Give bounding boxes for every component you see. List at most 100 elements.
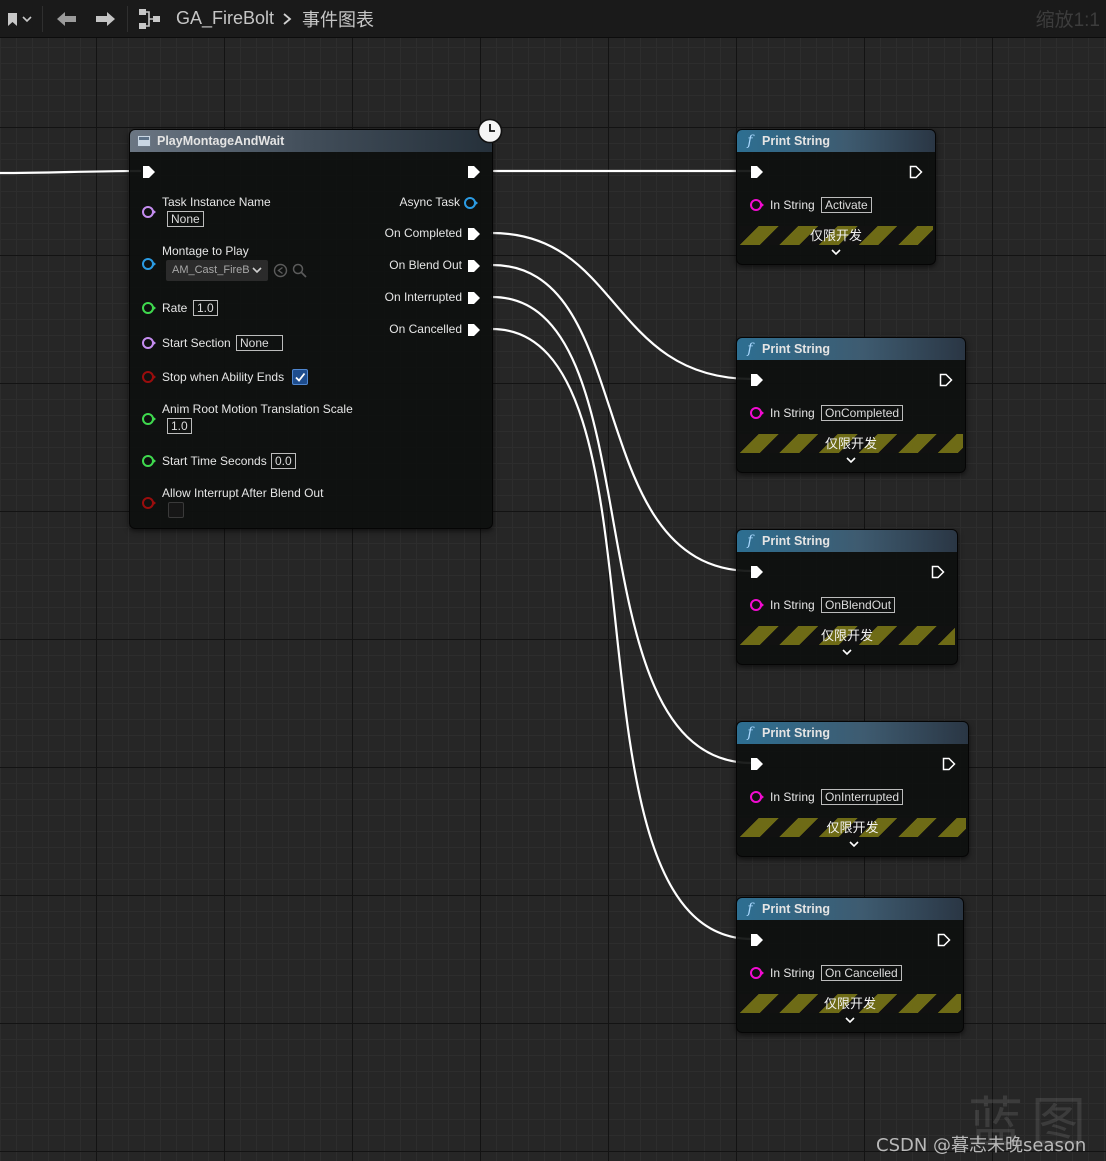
use-selected-asset-icon[interactable]	[273, 263, 288, 278]
stop-when-ability-ends-pin[interactable]	[141, 370, 157, 384]
on-completed-label: On Completed	[384, 226, 462, 240]
function-icon: f	[747, 341, 753, 357]
montage-to-play-pin[interactable]	[141, 257, 157, 271]
exec-wire-on-completed	[490, 231, 754, 381]
start-section-field[interactable]: None	[236, 335, 283, 351]
anim-root-motion-scale-pin[interactable]	[141, 412, 157, 426]
exec-in-pin[interactable]	[750, 565, 764, 579]
in-string-label: In String	[770, 966, 815, 980]
node-header: PlayMontageAndWait	[130, 130, 492, 152]
print-string-node-oninterrupted[interactable]: f Print String In String OnInterrupted 仅限…	[736, 721, 969, 857]
allow-interrupt-pin[interactable]	[141, 496, 157, 510]
node-title: Print String	[762, 902, 831, 916]
on-cancelled-pin[interactable]	[467, 323, 481, 337]
bookmark-menu-button[interactable]	[6, 0, 34, 37]
exec-wire-incoming	[0, 169, 142, 175]
in-string-field[interactable]: OnInterrupted	[821, 789, 904, 805]
montage-asset-picker[interactable]: AM_Cast_FireB	[166, 260, 268, 281]
in-string-pin[interactable]	[749, 966, 765, 980]
print-string-node-oncompleted[interactable]: f Print String In String OnCompleted 仅限开发	[736, 337, 966, 473]
breadcrumb-separator-icon	[280, 0, 294, 37]
task-instance-name-field[interactable]: None	[167, 211, 204, 227]
exec-in-pin[interactable]	[750, 373, 764, 387]
exec-in-pin[interactable]	[750, 933, 764, 947]
advanced-pins-chevron-icon[interactable]	[831, 248, 841, 257]
task-instance-name-pin[interactable]	[141, 205, 157, 219]
exec-wire-on-interrupted	[490, 295, 754, 765]
exec-out-pin[interactable]	[942, 757, 956, 771]
exec-in-pin[interactable]	[750, 757, 764, 771]
advanced-pins-chevron-icon[interactable]	[842, 648, 852, 657]
browse-asset-search-icon[interactable]	[292, 263, 307, 278]
in-string-field[interactable]: On Cancelled	[821, 965, 902, 981]
development-only-banner: 仅限开发	[739, 226, 933, 245]
chevron-down-icon	[252, 267, 262, 274]
start-time-seconds-field[interactable]: 0.0	[271, 453, 296, 469]
on-interrupted-pin[interactable]	[467, 291, 481, 305]
start-time-seconds-label: Start Time Seconds	[162, 454, 267, 468]
forward-button[interactable]	[94, 0, 116, 37]
advanced-pins-chevron-icon[interactable]	[846, 456, 856, 465]
advanced-pins-chevron-icon[interactable]	[849, 840, 859, 849]
in-string-pin[interactable]	[749, 598, 765, 612]
breadcrumb-graph[interactable]: 事件图表	[302, 0, 374, 37]
stop-when-ability-ends-label: Stop when Ability Ends	[162, 370, 285, 384]
exec-out-pin[interactable]	[931, 565, 945, 579]
async-task-icon	[137, 135, 151, 147]
development-only-label: 仅限开发	[809, 228, 862, 243]
in-string-label: In String	[770, 406, 815, 420]
rate-field[interactable]: 1.0	[193, 300, 218, 316]
anim-root-motion-scale-label: Anim Root Motion Translation Scale	[162, 402, 353, 416]
node-title: Print String	[762, 134, 831, 148]
print-string-node-activate[interactable]: f Print String In String Activate 仅限开发	[736, 129, 936, 265]
print-string-node-oncancelled[interactable]: f Print String In String On Cancelled 仅限开…	[736, 897, 964, 1033]
in-string-pin[interactable]	[749, 406, 765, 420]
function-icon: f	[747, 133, 753, 149]
in-string-label: In String	[770, 198, 815, 212]
back-button[interactable]	[56, 0, 78, 37]
node-title: Print String	[762, 342, 831, 356]
in-string-pin[interactable]	[749, 790, 765, 804]
development-only-label: 仅限开发	[824, 436, 877, 451]
print-string-node-onblendout[interactable]: f Print String In String OnBlendOut 仅限开发	[736, 529, 958, 665]
async-task-pin[interactable]	[463, 196, 479, 210]
graph-type-icon	[138, 0, 162, 37]
anim-root-motion-scale-field[interactable]: 1.0	[167, 418, 192, 434]
task-instance-name-label: Task Instance Name	[162, 195, 271, 209]
csdn-credit-watermark: CSDN @暮志未晚season	[876, 1135, 1087, 1156]
on-blend-out-label: On Blend Out	[389, 258, 462, 272]
exec-in-pin[interactable]	[142, 165, 156, 179]
node-header: f Print String	[737, 338, 965, 360]
development-only-label: 仅限开发	[823, 996, 876, 1011]
exec-wire-on-cancelled	[490, 327, 754, 941]
exec-out-pin[interactable]	[909, 165, 923, 179]
start-section-pin[interactable]	[141, 336, 157, 350]
development-only-banner: 仅限开发	[739, 626, 955, 645]
development-only-banner: 仅限开发	[739, 434, 963, 453]
start-time-seconds-pin[interactable]	[141, 454, 157, 468]
stop-when-ability-ends-checkbox[interactable]	[292, 369, 308, 385]
on-cancelled-label: On Cancelled	[389, 322, 462, 336]
node-header: f Print String	[737, 130, 935, 152]
exec-out-pin[interactable]	[467, 165, 481, 179]
advanced-pins-chevron-icon[interactable]	[845, 1016, 855, 1025]
exec-out-pin[interactable]	[939, 373, 953, 387]
exec-out-pin[interactable]	[937, 933, 951, 947]
node-title: Print String	[762, 534, 831, 548]
development-only-label: 仅限开发	[826, 820, 879, 835]
allow-interrupt-checkbox[interactable]	[168, 502, 184, 518]
node-header: f Print String	[737, 722, 968, 744]
on-blend-out-pin[interactable]	[467, 259, 481, 273]
rate-label: Rate	[162, 301, 188, 315]
in-string-field[interactable]: OnBlendOut	[821, 597, 896, 613]
rate-pin[interactable]	[141, 301, 157, 315]
in-string-field[interactable]: Activate	[821, 197, 872, 213]
montage-to-play-label: Montage to Play	[162, 244, 249, 258]
node-title: PlayMontageAndWait	[157, 134, 285, 148]
on-completed-pin[interactable]	[467, 227, 481, 241]
exec-in-pin[interactable]	[750, 165, 764, 179]
in-string-pin[interactable]	[749, 198, 765, 212]
play-montage-and-wait-node[interactable]: PlayMontageAndWait Task Instance Name No…	[129, 118, 503, 529]
in-string-field[interactable]: OnCompleted	[821, 405, 904, 421]
breadcrumb-blueprint[interactable]: GA_FireBolt	[176, 0, 274, 37]
